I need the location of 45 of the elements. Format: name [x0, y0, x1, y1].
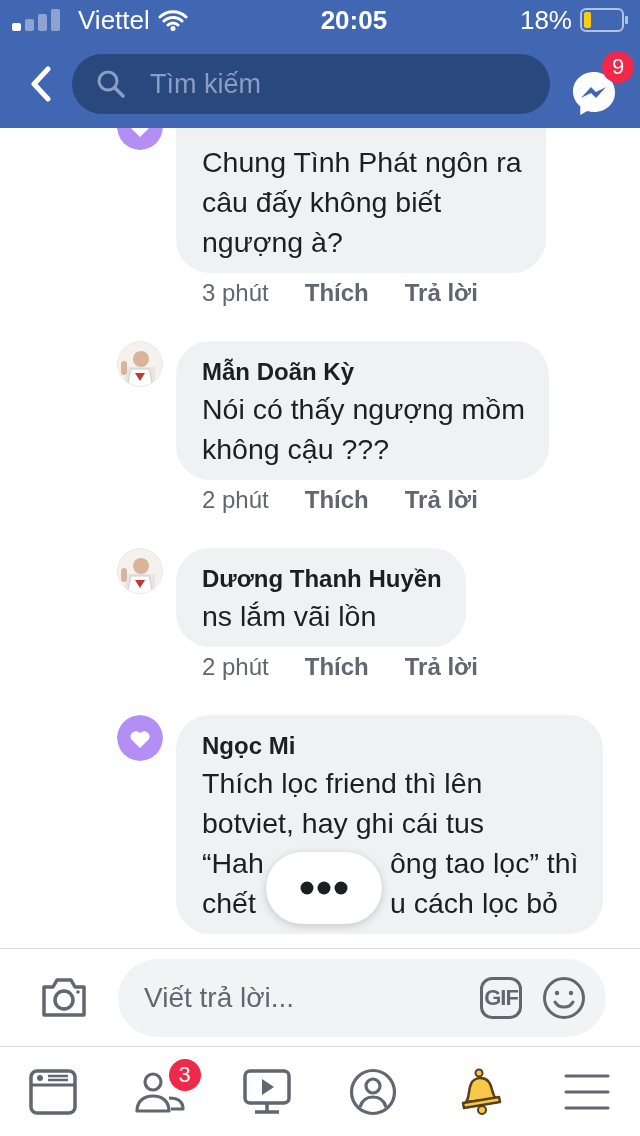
avatar: [117, 715, 163, 761]
emoji-icon[interactable]: [542, 975, 586, 1020]
like-link[interactable]: Thích: [304, 482, 369, 518]
like-link[interactable]: Thích: [304, 649, 369, 685]
battery-percent: 18%: [519, 3, 572, 37]
comment-text: ông tao lọc” thì: [390, 847, 579, 879]
camera-button[interactable]: [40, 976, 88, 1019]
reply-link[interactable]: Trả lời: [404, 275, 478, 311]
comment-text: u cách lọc bỏ: [390, 887, 558, 919]
commenter-name: Ngọc Mi: [202, 731, 297, 761]
comment-text: Chung Tình Phát ngôn ra câu đấy không biết ngượng à?: [202, 145, 522, 260]
gif-button[interactable]: GIF: [480, 976, 522, 1019]
battery-icon: [580, 8, 628, 32]
notification-badge: 9: [602, 51, 634, 83]
reply-link[interactable]: Trả lời: [404, 649, 478, 685]
back-icon: [30, 66, 52, 102]
comment-text: “Hah: [202, 847, 264, 879]
commenter-name: Dương Thanh Huyền: [202, 564, 442, 594]
like-link[interactable]: Thích: [304, 275, 369, 311]
camera-icon: [40, 976, 88, 1019]
typing-dots-icon: [300, 881, 348, 895]
comment-time: 2 phút: [202, 485, 269, 515]
wifi-icon: [157, 9, 188, 31]
tab-button[interactable]: 3: [106, 1047, 214, 1136]
reply-link[interactable]: Trả lời: [404, 482, 478, 518]
status-time: 20:05: [320, 3, 388, 37]
search-bar[interactable]: Tìm kiếm: [72, 54, 550, 114]
commenter-name: Mẫn Doãn Kỳ: [202, 357, 355, 387]
carrier-name: Viettel: [78, 3, 150, 37]
notification-badge: 3: [168, 1059, 201, 1091]
back-button[interactable]: [30, 66, 52, 102]
news-feed-icon: [29, 1068, 78, 1115]
comment-text: Nói có thấy ngượng mồm không cậu ???: [202, 392, 525, 467]
search-icon: [96, 69, 126, 99]
reply-field[interactable]: Viết trả lời...: [142, 975, 460, 1020]
comment-text: chết: [202, 887, 256, 919]
menu-icon: [563, 1072, 610, 1111]
video-icon: [242, 1068, 291, 1115]
comment-time: 2 phút: [202, 652, 269, 682]
comment-text: ns lắm vãi lồn: [202, 599, 378, 634]
reply-bar[interactable]: Viết trả lời... GIF: [118, 958, 606, 1037]
profile-icon: [349, 1067, 398, 1116]
search-field[interactable]: Tìm kiếm: [148, 62, 526, 106]
messenger-button[interactable]: 9: [570, 51, 634, 117]
comment-time: 3 phút: [202, 278, 269, 308]
